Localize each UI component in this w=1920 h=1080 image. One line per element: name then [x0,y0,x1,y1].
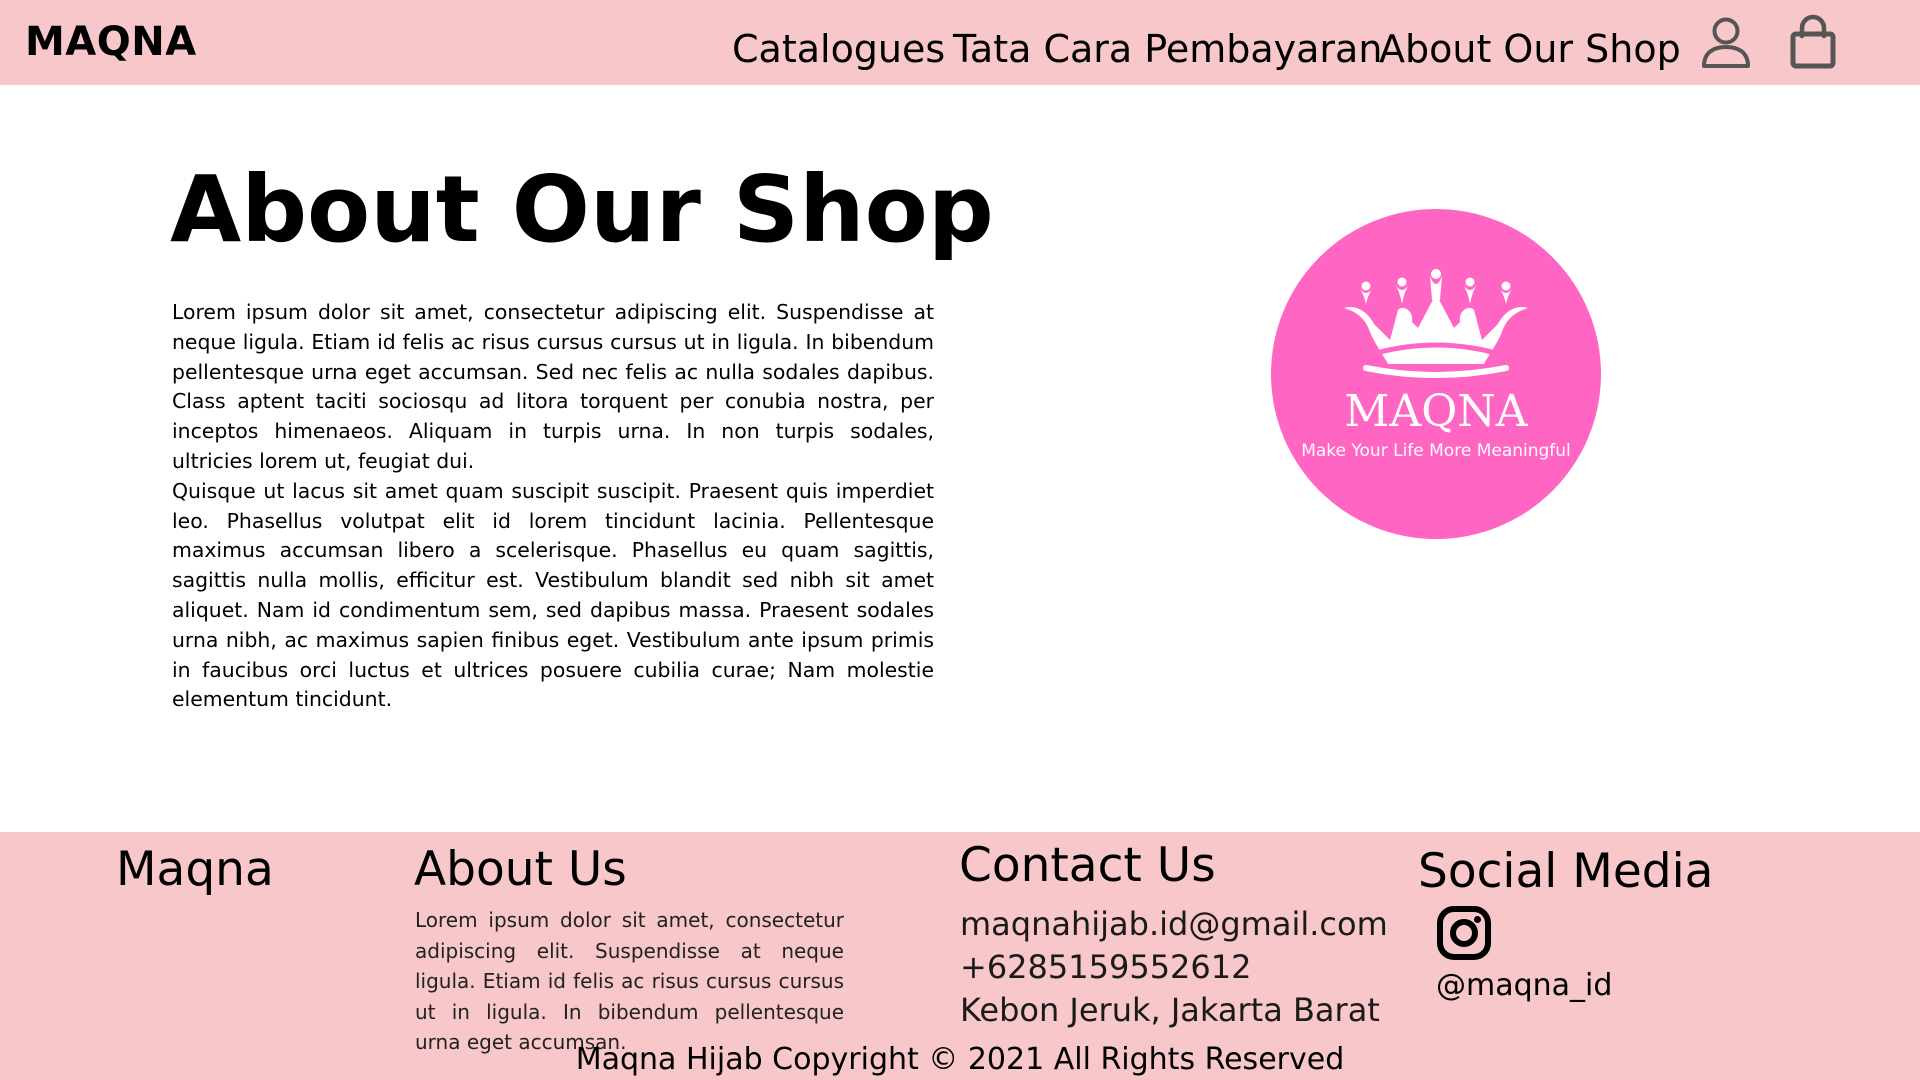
shop-logo: MAQNA Make Your Life More Meaningful [1270,208,1602,540]
brand-logo-text[interactable]: MAQNA [25,18,197,66]
footer-contact-heading: Contact Us [959,838,1216,893]
footer-brand: Maqna [116,842,274,897]
footer-social-heading: Social Media [1418,844,1714,899]
logo-tagline: Make Your Life More Meaningful [1301,441,1571,461]
about-description: Lorem ipsum dolor sit amet, consectetur … [172,298,934,715]
contact-address: Kebon Jeruk, Jakarta Barat [960,991,1380,1029]
site-footer: Maqna About Us Lorem ipsum dolor sit ame… [0,832,1920,1080]
top-navbar: MAQNA Catalogues Tata Cara Pembayaran Ab… [0,0,1920,85]
contact-email-link[interactable]: maqnahijab.id@gmail.com [960,904,1388,944]
footer-about-text: Lorem ipsum dolor sit amet, consectetur … [415,908,844,1054]
nav-catalogues[interactable]: Catalogues [732,26,945,72]
crown-logo-icon: MAQNA Make Your Life More Meaningful [1271,209,1601,539]
instagram-icon[interactable] [1436,905,1492,961]
footer-about-heading: About Us [414,842,627,897]
copyright-text: Maqna Hijab Copyright © 2021 All Rights … [575,1042,1345,1077]
instagram-handle-link[interactable]: @maqna_id [1436,967,1612,1005]
nav-payment-guide[interactable]: Tata Cara Pembayaran [953,26,1382,72]
user-icon[interactable] [1696,14,1756,72]
shopping-bag-icon[interactable] [1783,14,1843,72]
logo-wordmark: MAQNA [1344,386,1528,437]
about-paragraph-1: Lorem ipsum dolor sit amet, consectetur … [172,300,934,473]
about-paragraph-2: Quisque ut lacus sit amet quam suscipit … [172,478,934,712]
nav-about-our-shop[interactable]: About Our Shop [1379,26,1681,72]
contact-phone: +6285159552612 [960,948,1252,986]
page-title: About Our Shop [170,156,994,263]
